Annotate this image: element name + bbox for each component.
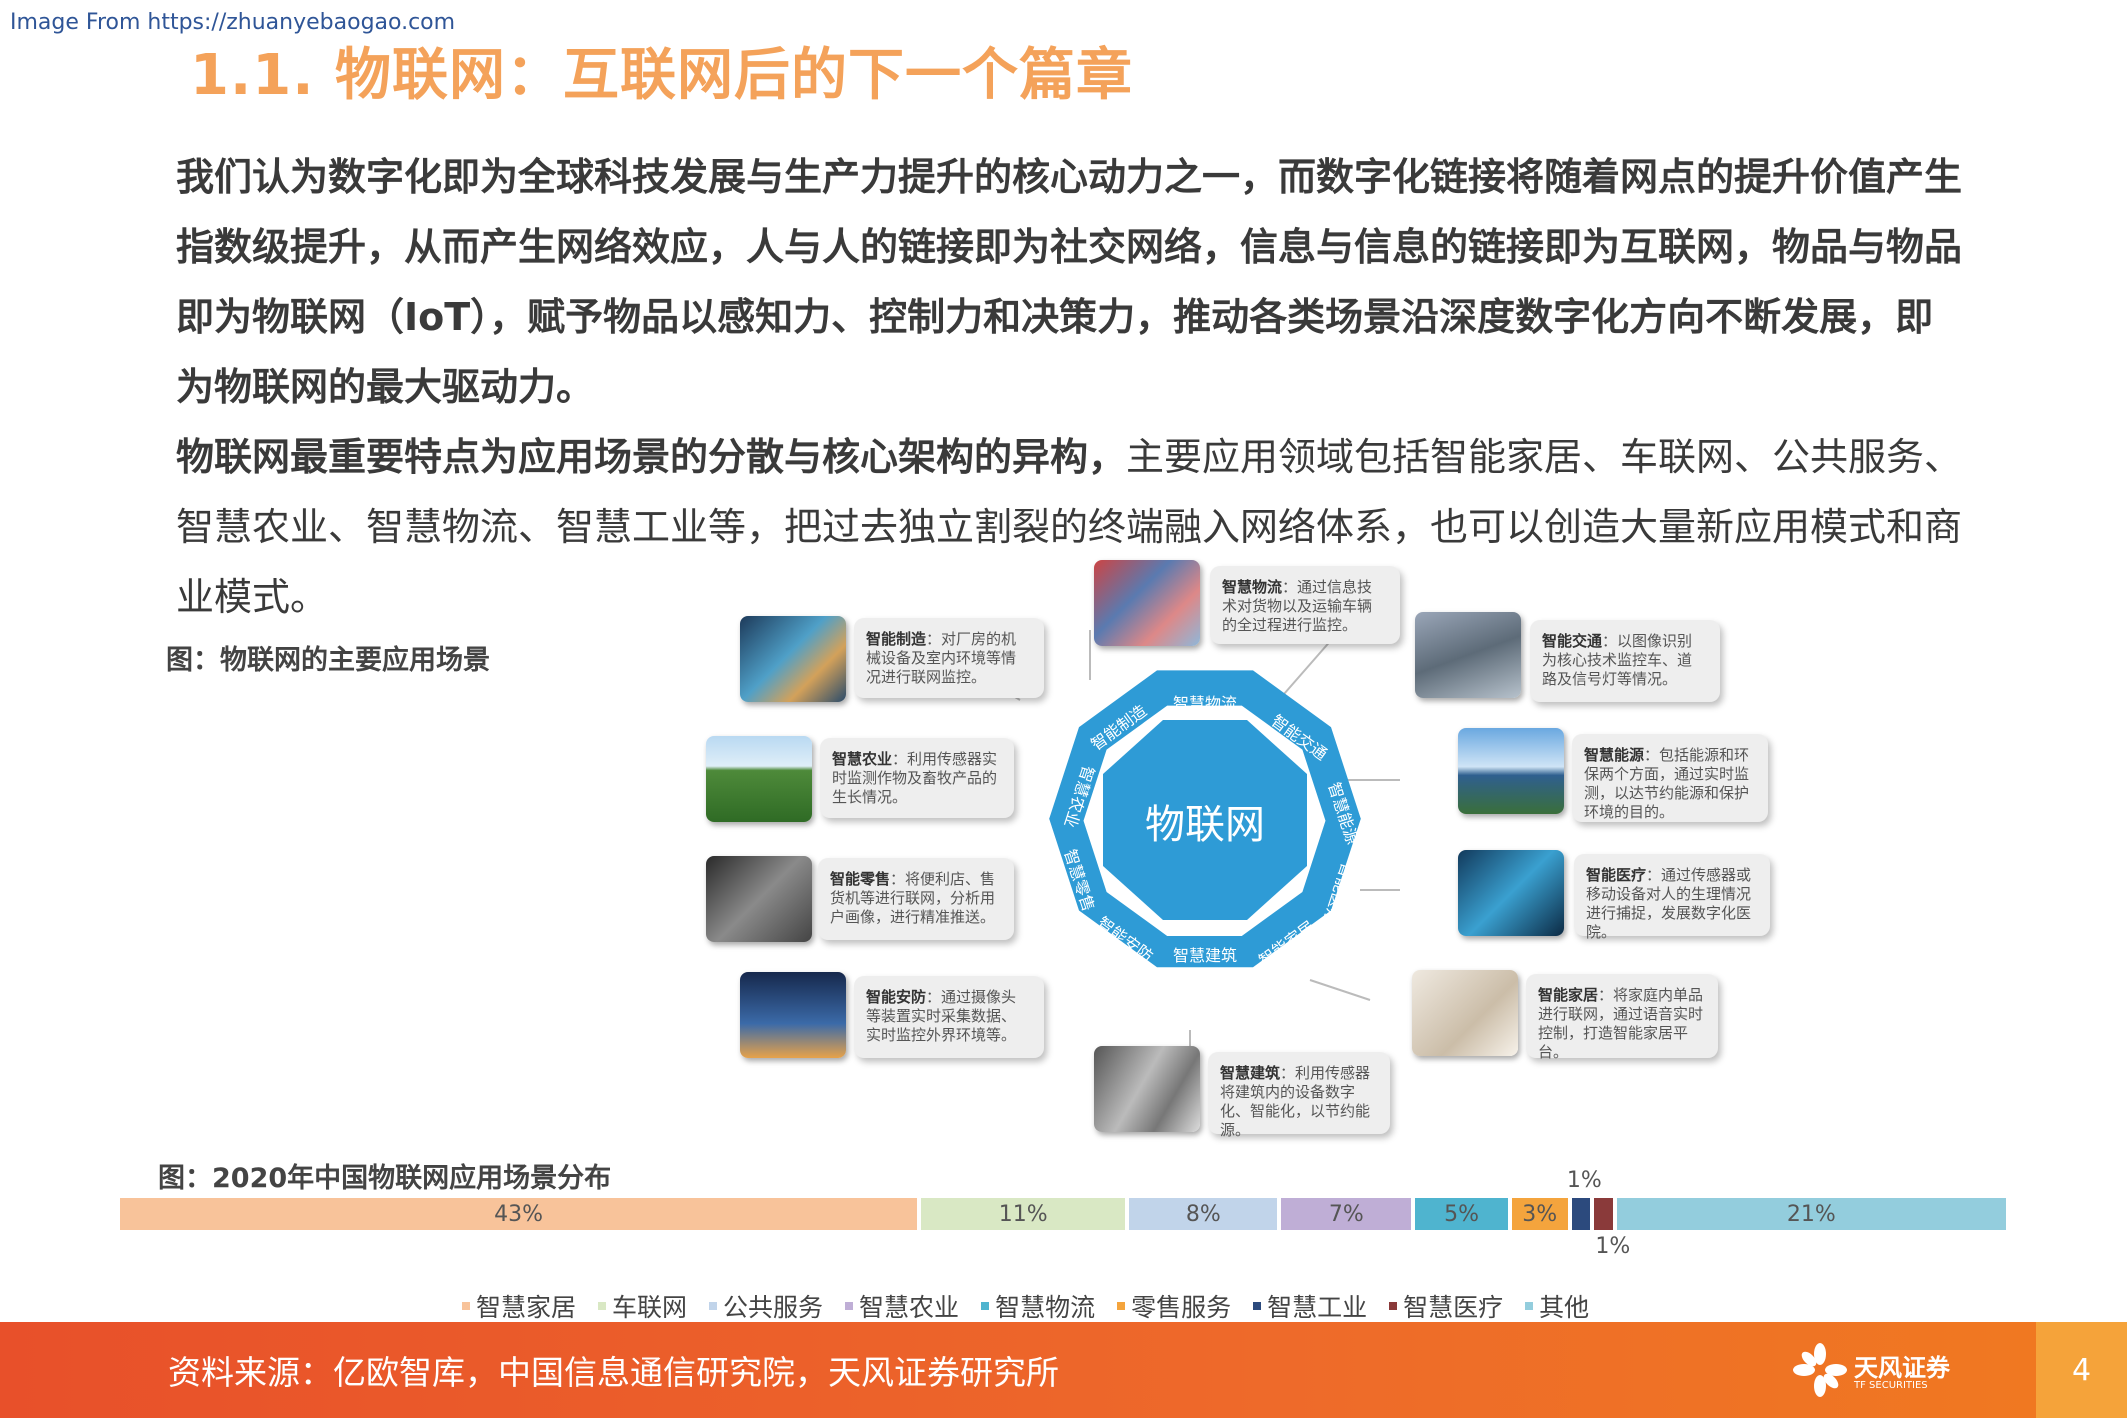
legend-swatch xyxy=(1117,1302,1126,1310)
card-wuliu-title: 智慧物流 xyxy=(1222,578,1283,596)
bar-segment-4: 7% xyxy=(1281,1198,1412,1230)
bar-segment-9: 21% xyxy=(1616,1198,2006,1230)
legend-label: 智慧医疗 xyxy=(1403,1293,1504,1322)
card-zhizao: 智能制造：对厂房的机械设备及室内环境等情况进行联网监控。 xyxy=(854,618,1044,698)
footer-source: 资料来源：亿欧智库，中国信息通信研究院，天风证券研究所 xyxy=(168,1353,1059,1392)
card-nengyuan-title: 智慧能源 xyxy=(1584,746,1645,764)
page-number: 4 xyxy=(2036,1322,2127,1418)
legend-label: 智慧家居 xyxy=(476,1293,577,1322)
legend-item: 公共服务 xyxy=(709,1288,823,1324)
legend-swatch xyxy=(1389,1302,1398,1310)
stacked-bar-chart: 43% 11% 8% 7% 5% 3% 21% xyxy=(120,1198,2006,1230)
legend-label: 车联网 xyxy=(612,1293,688,1322)
thumb-wuliu xyxy=(1094,560,1200,646)
bar-segment-label: 43% xyxy=(494,1201,544,1227)
thumb-zhizao xyxy=(740,616,846,702)
card-jiaotong: 智能交通：以图像识别为核心技术监控车、道路及信号灯等情况。 xyxy=(1530,620,1720,702)
legend-item: 智慧家居 xyxy=(462,1288,576,1324)
figure-2-label: 图：2020年中国物联网应用场景分布 xyxy=(158,1163,612,1194)
card-nengyuan: 智慧能源：包括能源和环保两个方面，通过实时监测，以达节约能源和保护环境的目的。 xyxy=(1572,734,1768,822)
card-lingshou: 智能零售：将便利店、售货机等进行联网，分析用户画像，进行精准推送。 xyxy=(818,858,1014,940)
page-title: 1.1. 物联网：互联网后的下一个篇章 xyxy=(190,43,1133,108)
thumb-jiaotong xyxy=(1415,612,1521,698)
card-nongye: 智慧农业：利用传感器实时监测作物及畜牧产品的生长情况。 xyxy=(820,738,1014,818)
paragraph-2-bold: 物联网最重要特点为应用场景的分散与核心架构的异构， xyxy=(176,435,1127,479)
bar-segment-6: 3% xyxy=(1511,1198,1568,1230)
legend-swatch xyxy=(598,1302,607,1310)
card-yiliao: 智能医疗：通过传感器或移动设备对人的生理情况进行捕捉，发展数字化医院。 xyxy=(1574,854,1770,941)
bar-segment-label: 3% xyxy=(1522,1201,1558,1227)
thumb-lingshou xyxy=(706,856,812,942)
legend-label: 智慧工业 xyxy=(1267,1293,1368,1322)
legend-label: 智慧物流 xyxy=(995,1293,1096,1322)
callout-label-top: 1% xyxy=(1566,1168,1602,1193)
footer: 资料来源：亿欧智库，中国信息通信研究院，天风证券研究所 天风证券 TF SECU… xyxy=(0,1322,2127,1418)
logo-subtext: TF SECURITIES xyxy=(1854,1380,1928,1391)
legend-item: 智慧医疗 xyxy=(1389,1288,1503,1324)
legend-swatch xyxy=(845,1302,854,1310)
card-wuliu: 智慧物流：通过信息技术对货物以及运输车辆的全过程进行监控。 xyxy=(1210,566,1400,644)
card-anfang: 智能安防：通过摄像头等装置实时采集数据、实时监控外界环境等。 xyxy=(854,976,1044,1058)
bar-segment-7 xyxy=(1571,1198,1591,1230)
chart-legend: 智慧家居 车联网 公共服务 智慧农业 智慧物流 零售服务 智慧工业 智慧医疗 其他 xyxy=(462,1288,1589,1324)
bar-segment-3: 8% xyxy=(1129,1198,1278,1230)
card-yiliao-title: 智能医疗 xyxy=(1586,866,1647,884)
legend-label: 零售服务 xyxy=(1131,1293,1232,1322)
center-label: 物联网 xyxy=(1145,802,1265,848)
bar-segment-2: 11% xyxy=(921,1198,1126,1230)
legend-label: 智慧农业 xyxy=(859,1293,960,1322)
card-zhizao-title: 智能制造 xyxy=(866,630,927,648)
thumb-jianzhu xyxy=(1094,1046,1200,1132)
thumb-anfang xyxy=(740,972,846,1058)
legend-item: 智慧农业 xyxy=(845,1288,959,1324)
card-jianzhu: 智慧建筑：利用传感器将建筑内的设备数字化、智能化，以节约能源。 xyxy=(1208,1052,1390,1139)
iot-diagram: 物联网 智慧物流 智能交通 智慧能源 智能医疗 智能家居 智慧建筑 智能安防 智… xyxy=(690,560,1810,1140)
card-jiaju-title: 智能家居 xyxy=(1538,986,1599,1004)
bar-segment-1: 43% xyxy=(120,1198,918,1230)
card-jiaotong-title: 智能交通 xyxy=(1542,632,1603,650)
bar-segment-label: 7% xyxy=(1328,1201,1364,1227)
legend-item: 其他 xyxy=(1525,1288,1589,1324)
logo-flower-icon xyxy=(1793,1343,1847,1397)
figure-1-label: 图：物联网的主要应用场景 xyxy=(166,645,490,676)
card-anfang-title: 智能安防 xyxy=(866,988,927,1006)
paragraph-1: 我们认为数字化即为全球科技发展与生产力提升的核心动力之一，而数字化链接将随着网点… xyxy=(176,155,1963,409)
bar-segment-label: 8% xyxy=(1185,1201,1221,1227)
legend-item: 智慧物流 xyxy=(981,1288,1095,1324)
thumb-nengyuan xyxy=(1458,728,1564,814)
legend-swatch xyxy=(709,1302,718,1310)
legend-swatch xyxy=(1253,1302,1262,1310)
ring-label-jianzhu: 智慧建筑 xyxy=(1173,946,1237,965)
thumb-nongye xyxy=(706,736,812,822)
bar-segment-label: 21% xyxy=(1786,1201,1836,1227)
legend-item: 智慧工业 xyxy=(1253,1288,1367,1324)
ring-label-wuliu: 智慧物流 xyxy=(1173,694,1237,713)
company-logo: 天风证券 TF SECURITIES xyxy=(1790,1340,1980,1400)
bar-segment-5: 5% xyxy=(1415,1198,1508,1230)
legend-swatch xyxy=(462,1302,470,1310)
card-lingshou-title: 智能零售 xyxy=(830,870,891,888)
card-jiaju: 智能家居：将家庭内单品进行联网，通过语音实时控制，打造智能家居平台。 xyxy=(1526,974,1718,1061)
legend-item: 零售服务 xyxy=(1117,1288,1231,1324)
bar-segment-label: 5% xyxy=(1444,1201,1480,1227)
thumb-jiaju xyxy=(1412,970,1518,1056)
legend-swatch xyxy=(1525,1302,1534,1310)
card-jianzhu-title: 智慧建筑 xyxy=(1220,1064,1281,1082)
bar-segment-8 xyxy=(1594,1198,1613,1230)
legend-item: 车联网 xyxy=(598,1288,687,1324)
thumb-yiliao xyxy=(1458,850,1564,936)
bar-segment-label: 11% xyxy=(998,1201,1048,1227)
legend-label: 公共服务 xyxy=(723,1293,824,1322)
logo-text: 天风证券 xyxy=(1854,1354,1950,1382)
legend-swatch xyxy=(981,1302,990,1310)
legend-label: 其他 xyxy=(1539,1293,1590,1322)
card-nongye-title: 智慧农业 xyxy=(832,750,893,768)
callout-label-bottom: 1% xyxy=(1595,1234,1631,1259)
